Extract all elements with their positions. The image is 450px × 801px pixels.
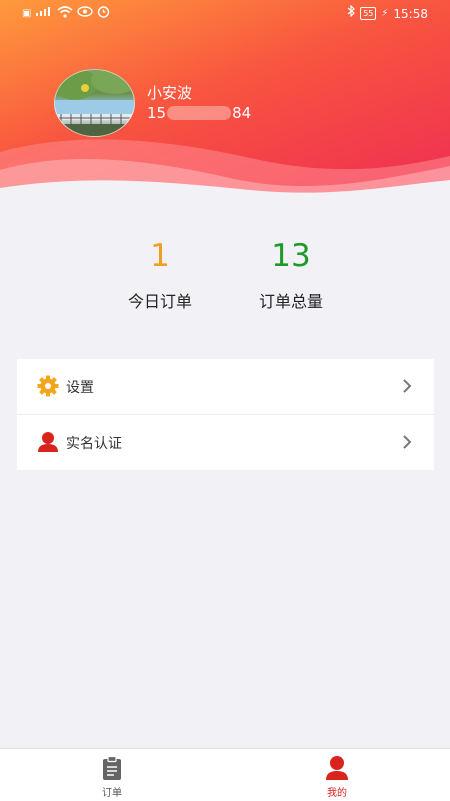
phone-mask <box>167 106 232 120</box>
header-wave <box>0 139 450 200</box>
total-orders-stat[interactable]: 13 订单总量 <box>231 236 351 312</box>
user-name: 小安波 <box>147 84 193 102</box>
today-orders-stat[interactable]: 1 今日订单 <box>100 236 220 312</box>
menu-label-settings: 设置 <box>66 379 94 396</box>
phone-prefix: 15 <box>147 104 167 122</box>
tab-orders-label: 订单 <box>102 788 122 799</box>
user-icon <box>326 756 348 780</box>
total-orders-label: 订单总量 <box>258 292 323 311</box>
user-icon <box>38 432 58 452</box>
tab-mine-label: 我的 <box>327 788 347 799</box>
settings-menu: 设置 实名认证 <box>17 359 434 470</box>
status-bar: ▣ 55 ⚡ 15:58 <box>0 0 450 26</box>
menu-label-verification: 实名认证 <box>66 435 122 452</box>
wifi-icon <box>57 5 73 23</box>
signal-icon <box>35 6 53 22</box>
chevron-right-icon <box>403 379 412 393</box>
profile-header: ▣ 55 ⚡ 15:58 小安波 15 84 <box>0 0 450 200</box>
phone-suffix: 84 <box>232 104 252 122</box>
bluetooth-icon <box>347 4 356 22</box>
clipboard-icon <box>103 755 121 780</box>
chevron-right-icon <box>403 435 412 449</box>
avatar[interactable] <box>54 69 135 137</box>
bottom-tab-bar: 订单 我的 <box>0 748 450 801</box>
battery-indicator: 55 <box>360 7 377 20</box>
charging-icon: ⚡ <box>381 7 389 19</box>
today-orders-value: 1 <box>150 238 170 274</box>
total-orders-value: 13 <box>271 238 311 274</box>
eye-icon <box>77 6 94 22</box>
user-phone: 15 84 <box>147 104 251 122</box>
menu-item-verification[interactable]: 实名认证 <box>17 415 434 470</box>
gear-icon <box>37 375 59 397</box>
status-time: 15:58 <box>393 6 428 21</box>
today-orders-label: 今日订单 <box>127 292 192 311</box>
hd-icon: ▣ <box>22 8 32 19</box>
menu-item-settings[interactable]: 设置 <box>17 359 434 415</box>
alarm-icon <box>97 5 110 23</box>
tab-mine[interactable]: 我的 <box>297 755 377 799</box>
tab-orders[interactable]: 订单 <box>72 755 152 799</box>
